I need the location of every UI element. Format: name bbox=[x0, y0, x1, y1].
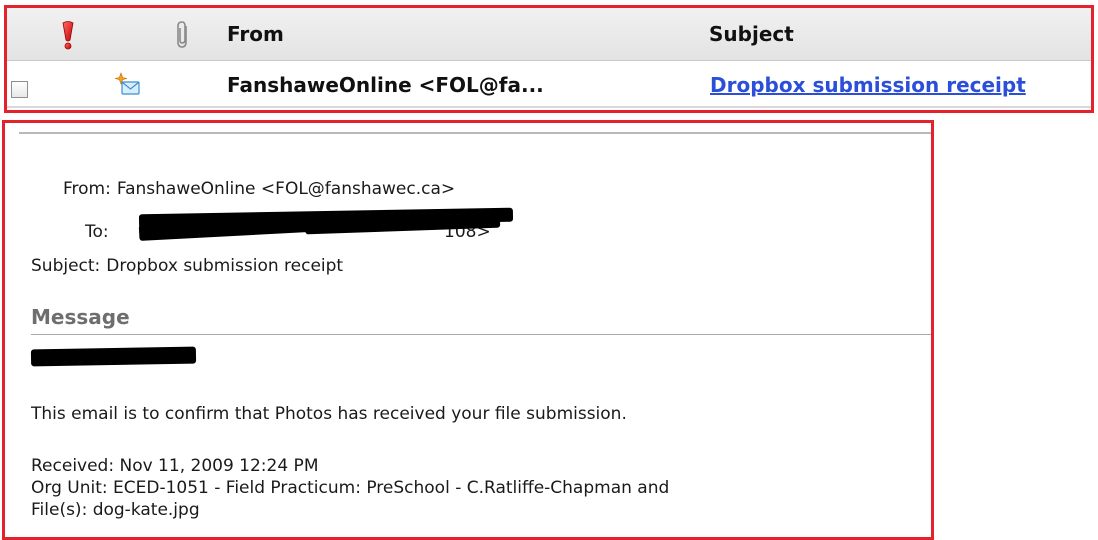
preview-top-divider bbox=[19, 132, 931, 134]
header-from-line: From: FanshaweOnline <FOL@fanshawec.ca> bbox=[63, 178, 455, 200]
from-value: FanshaweOnline <FOL@fanshawec.ca> bbox=[116, 179, 456, 199]
header-to-line: To: bbox=[85, 221, 115, 243]
message-list-panel: From Subject FanshaweOnline <FOL@fa... D… bbox=[4, 5, 1094, 113]
message-section-divider bbox=[31, 334, 931, 335]
red-exclamation-icon[interactable] bbox=[61, 21, 75, 55]
header-subject-line: Subject: Dropbox submission receipt bbox=[31, 255, 343, 277]
subject-label: Subject: bbox=[31, 256, 101, 276]
new-unread-envelope-icon bbox=[113, 71, 141, 101]
row-select-checkbox[interactable] bbox=[11, 81, 28, 98]
message-preview-panel: From: FanshaweOnline <FOL@fanshawec.ca> T… bbox=[2, 120, 934, 540]
message-section-title: Message bbox=[31, 305, 130, 329]
from-label: From: bbox=[63, 179, 111, 199]
subject-value: Dropbox submission receipt bbox=[106, 256, 344, 276]
message-body-line: Org Unit: ECED-1051 - Field Practicum: P… bbox=[31, 478, 670, 498]
message-row[interactable]: FanshaweOnline <FOL@fa... Dropbox submis… bbox=[7, 61, 1091, 108]
message-body-line: File(s): dog-kate.jpg bbox=[31, 500, 200, 520]
paperclip-icon[interactable] bbox=[175, 20, 191, 54]
column-header-from[interactable]: From bbox=[227, 8, 284, 60]
redaction-mark bbox=[30, 346, 197, 367]
message-body-line: This email is to confirm that Photos has… bbox=[31, 404, 627, 424]
to-label: To: bbox=[85, 222, 109, 242]
column-header-subject[interactable]: Subject bbox=[709, 8, 794, 60]
message-list-header: From Subject bbox=[7, 8, 1091, 61]
message-body-line: Received: Nov 11, 2009 12:24 PM bbox=[31, 456, 319, 476]
row-divider bbox=[7, 106, 1091, 108]
row-subject-link[interactable]: Dropbox submission receipt bbox=[710, 61, 1026, 109]
row-sender[interactable]: FanshaweOnline <FOL@fa... bbox=[227, 61, 544, 109]
